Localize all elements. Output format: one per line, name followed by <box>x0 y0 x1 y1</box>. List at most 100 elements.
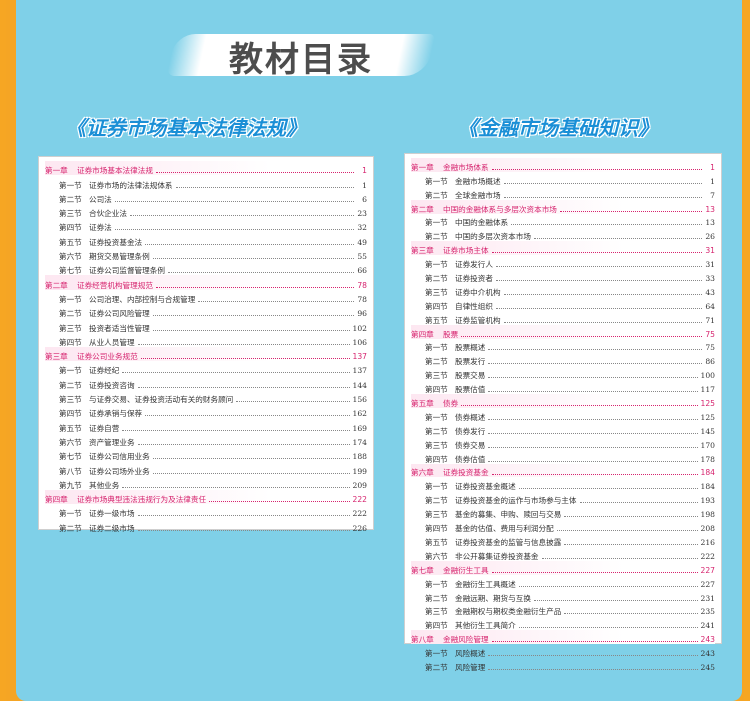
toc-section-row: 第三节 债券交易 170 <box>411 436 715 450</box>
toc-title: 其他业务 <box>89 480 120 490</box>
toc-section-row: 第一节 风险概述 243 <box>411 644 715 658</box>
toc-number: 第六节 <box>59 252 82 262</box>
toc-number: 第五节 <box>425 315 448 325</box>
dot-leader <box>155 171 354 174</box>
toc-section-row: 第一节 证券投资基金概述 184 <box>411 477 715 491</box>
dot-leader <box>122 486 350 488</box>
dot-leader <box>488 446 698 448</box>
toc-page-number: 1 <box>710 162 715 172</box>
toc-title: 公司治理、内部控制与合规管理 <box>89 294 196 304</box>
toc-page-number: 6 <box>362 194 367 204</box>
dot-leader <box>114 228 354 231</box>
toc-page-number: 184 <box>700 468 716 478</box>
dot-leader <box>488 348 702 351</box>
dot-leader <box>198 300 354 302</box>
toc-number: 第九节 <box>59 480 82 490</box>
toc-title: 证券公司风险管理 <box>89 309 150 319</box>
toc-chapter-row: 第三章 证券公司业务规范 137 <box>45 346 367 362</box>
dot-leader <box>491 473 698 476</box>
toc-page-number: 32 <box>357 223 367 233</box>
toc-title: 证券发行人 <box>455 260 493 270</box>
toc-section-row: 第七节 证券公司监督管理条例 66 <box>45 261 367 275</box>
dot-leader <box>167 271 354 274</box>
toc-number: 第二节 <box>425 426 448 436</box>
toc-page-number: 117 <box>700 385 716 395</box>
toc-page-number: 156 <box>352 395 368 405</box>
left-toc-list: 第一章 证券市场基本法律法规 1 第一节 证券市场的法律法规体系 1 第二节 公司法 6 第三节合… <box>38 156 374 533</box>
toc-page-number: 1 <box>362 180 367 190</box>
toc-page-number: 137 <box>352 366 368 376</box>
toc-title: 债券 <box>443 399 459 409</box>
toc-number: 第一节 <box>59 180 82 190</box>
toc-title: 基金的估值、费用与利润分配 <box>455 524 554 534</box>
toc-page-number: 222 <box>700 551 716 561</box>
toc-page-number: 241 <box>700 621 716 631</box>
toc-chapter-row: 第四章 证券市场典型违法违规行为及法律责任 222 <box>45 489 367 505</box>
toc-section-row: 第九节 其他业务 209 <box>45 476 367 490</box>
toc-number: 第四章 <box>45 495 68 505</box>
dot-leader <box>488 362 702 365</box>
toc-section-row: 第一节 股票概述 75 <box>411 339 715 353</box>
toc-section-row: 第二节 债券发行 145 <box>411 422 715 436</box>
toc-page-number: 193 <box>700 496 716 506</box>
toc-page-number: 227 <box>700 579 716 589</box>
toc-section-row: 第三节 金融期权与期权类金融衍生产品 235 <box>411 603 715 616</box>
dot-leader <box>495 265 702 268</box>
toc-section-row: 第八节 证券公司场外业务 199 <box>45 461 368 476</box>
toc-page-number: 174 <box>352 437 368 447</box>
toc-number: 第七节 <box>59 452 82 462</box>
toc-page-number: 199 <box>352 466 368 476</box>
toc-number: 第四节 <box>425 301 448 311</box>
dot-leader <box>152 314 354 317</box>
dot-leader <box>114 200 354 202</box>
toc-number: 第三节 <box>59 209 82 219</box>
toc-page-number: 13 <box>705 218 715 228</box>
toc-section-row: 第六节 资产管理业务 174 <box>45 433 367 447</box>
toc-number: 第二节 <box>425 662 448 672</box>
toc-number: 第五章 <box>411 399 434 409</box>
header: 教材目录 <box>166 28 436 80</box>
toc-page-number: 7 <box>710 190 715 200</box>
toc-section-row: 第三节 股票交易 100 <box>411 366 715 380</box>
toc-page-number: 71 <box>705 315 715 325</box>
toc-number: 第二节 <box>59 380 82 390</box>
right-book-title: 《金融市场基础知识》 <box>458 116 658 140</box>
dot-leader <box>518 585 698 587</box>
dot-leader <box>461 404 698 407</box>
dot-leader <box>152 329 350 331</box>
dot-leader <box>579 501 698 504</box>
dot-leader <box>491 168 702 170</box>
toc-title: 金融衍生工具概述 <box>455 579 516 589</box>
toc-page-number: 184 <box>700 482 716 492</box>
toc-title: 证券公司业务规范 <box>77 352 138 362</box>
dot-leader <box>488 418 698 420</box>
toc-page-number: 231 <box>700 593 716 603</box>
toc-title: 证券市场基本法律法规 <box>77 166 153 176</box>
toc-title: 证券承销与保荐 <box>89 409 143 419</box>
toc-page-number: 66 <box>357 266 367 276</box>
toc-page-number: 209 <box>352 480 368 490</box>
dot-leader <box>122 429 350 431</box>
dot-leader <box>145 243 354 245</box>
dot-leader <box>209 500 350 503</box>
toc-page-number: 75 <box>705 343 715 353</box>
toc-title: 证券投资基金的运作与市场参与主体 <box>455 496 577 506</box>
dot-leader <box>137 386 350 388</box>
dot-leader <box>461 335 702 337</box>
toc-section-row: 第一节 债券概述 125 <box>411 408 715 422</box>
toc-title: 金融风险管理 <box>443 635 489 645</box>
toc-number: 第二节 <box>59 194 82 204</box>
dot-leader <box>491 251 702 254</box>
dot-leader <box>137 514 350 517</box>
toc-title: 非公开募集证券投资基金 <box>455 551 539 561</box>
toc-title: 债券概述 <box>455 412 486 422</box>
toc-page-number: 26 <box>705 232 715 242</box>
toc-number: 第四节 <box>425 524 448 534</box>
toc-chapter-row: 第六章 证券投资基金 184 <box>411 463 716 478</box>
dot-leader <box>556 529 698 532</box>
toc-number: 第四节 <box>59 223 82 233</box>
toc-page-number: 86 <box>705 357 715 367</box>
toc-section-row: 第五节 证券监管机构 71 <box>411 311 715 325</box>
dot-leader <box>564 515 698 518</box>
toc-title: 基金的募集、申购、赎回与交易 <box>455 510 562 520</box>
